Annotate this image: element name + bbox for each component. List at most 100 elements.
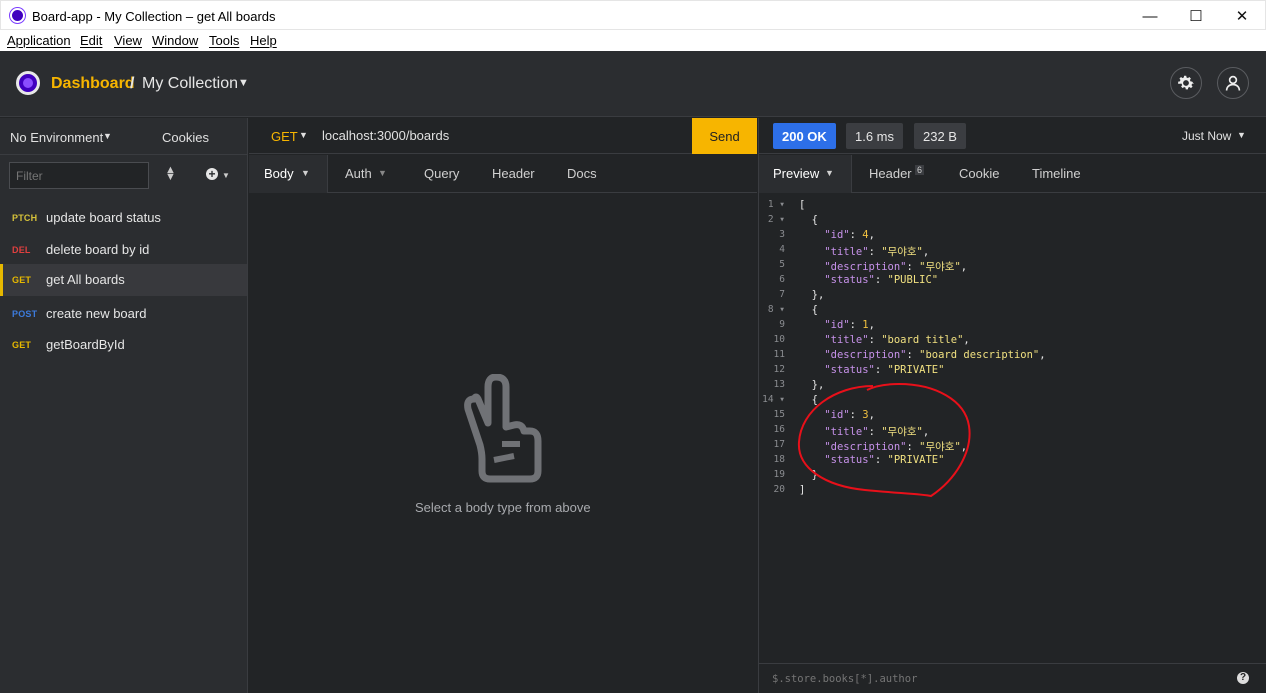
user-icon bbox=[1225, 75, 1241, 91]
peace-hand-icon bbox=[464, 374, 542, 483]
tab-query[interactable]: Query bbox=[424, 166, 459, 181]
add-icon[interactable]: + bbox=[206, 168, 218, 180]
close-window-button[interactable]: ✕ bbox=[1219, 1, 1265, 31]
history-selector[interactable]: Just Now bbox=[1182, 129, 1231, 143]
breadcrumb-separator: / bbox=[130, 75, 135, 92]
response-tabs: Preview ▼ Header 6 Cookie Timeline bbox=[759, 155, 1266, 193]
request-name: getBoardById bbox=[46, 337, 125, 352]
request-name: update board status bbox=[46, 210, 161, 225]
line-number: 9 bbox=[779, 319, 785, 330]
code-line: "description": "무야호", bbox=[824, 261, 968, 273]
response-status-bar: 200 OK 1.6 ms 232 B Just Now ▼ bbox=[759, 118, 1266, 154]
tab-timeline[interactable]: Timeline bbox=[1032, 166, 1081, 181]
line-number: 19 bbox=[773, 469, 785, 480]
tab-body[interactable]: Body ▼ bbox=[249, 155, 328, 193]
menu-tools[interactable]: Tools bbox=[209, 33, 239, 48]
request-tabs: Body ▼ Auth ▼ Query Header Docs bbox=[249, 155, 757, 193]
response-filter-bar: ? bbox=[759, 663, 1266, 693]
size-badge: 232 B bbox=[914, 123, 966, 149]
chevron-down-icon[interactable]: ▼ bbox=[378, 168, 387, 178]
filter-input[interactable] bbox=[9, 162, 149, 189]
settings-button[interactable] bbox=[1170, 67, 1202, 99]
chevron-down-icon[interactable]: ▼ bbox=[1237, 130, 1246, 140]
code-line: }, bbox=[799, 289, 825, 301]
url-input[interactable]: localhost:3000/boards bbox=[322, 128, 449, 143]
header-count-badge: 6 bbox=[915, 165, 925, 175]
send-button[interactable]: Send bbox=[692, 118, 757, 154]
sidebar-item-create-new-board[interactable]: POST create new board bbox=[0, 298, 247, 330]
response-pane: 200 OK 1.6 ms 232 B Just Now ▼ Preview ▼… bbox=[758, 118, 1266, 693]
menu-application[interactable]: Application bbox=[7, 33, 71, 48]
url-bar: GET ▼ localhost:3000/boards Send bbox=[249, 118, 757, 154]
method-selector[interactable]: GET bbox=[271, 129, 298, 144]
minimize-icon: — bbox=[1142, 7, 1158, 25]
window-title: Board-app - My Collection – get All boar… bbox=[32, 9, 276, 24]
send-label: Send bbox=[709, 128, 740, 144]
sidebar-item-delete-board[interactable]: DEL delete board by id bbox=[0, 234, 247, 266]
chevron-down-icon[interactable]: ▼ bbox=[238, 77, 249, 89]
method-badge: GET bbox=[12, 340, 32, 350]
account-button[interactable] bbox=[1217, 67, 1249, 99]
code-line: "id": 4, bbox=[824, 229, 875, 241]
chevron-down-icon[interactable]: ▼ bbox=[222, 171, 230, 180]
line-number: 18 bbox=[773, 454, 785, 465]
sidebar-top: No Environment ▼ Cookies bbox=[0, 118, 247, 155]
menu-window[interactable]: Window bbox=[152, 33, 198, 48]
line-number: 11 bbox=[773, 349, 785, 360]
request-name: get All boards bbox=[46, 272, 125, 287]
line-number: 1 ▾ bbox=[767, 199, 785, 210]
request-name: delete board by id bbox=[46, 242, 150, 257]
sidebar: No Environment ▼ Cookies ▲▼ + ▼ PTCH upd… bbox=[0, 118, 248, 693]
red-annotation-circle bbox=[797, 382, 971, 498]
chevron-down-icon: ▼ bbox=[301, 168, 310, 178]
app-icon bbox=[10, 8, 25, 23]
code-line: "status": "PUBLIC" bbox=[824, 274, 939, 286]
method-badge: DEL bbox=[12, 245, 31, 255]
request-name: create new board bbox=[46, 306, 147, 321]
minimize-button[interactable]: — bbox=[1127, 1, 1173, 31]
menu-help[interactable]: Help bbox=[250, 33, 277, 48]
tab-header[interactable]: Header bbox=[492, 166, 535, 181]
chevron-down-icon: ▼ bbox=[825, 168, 834, 178]
line-number: 8 ▾ bbox=[767, 304, 785, 315]
menu-edit[interactable]: Edit bbox=[80, 33, 102, 48]
sidebar-item-get-all-boards[interactable]: GET get All boards bbox=[0, 264, 247, 296]
tab-auth[interactable]: Auth bbox=[345, 166, 372, 181]
method-badge: GET bbox=[12, 275, 32, 285]
menu-bar: Application Edit View Window Tools Help bbox=[0, 30, 1266, 51]
code-line: "status": "PRIVATE" bbox=[824, 364, 945, 376]
gear-icon bbox=[1178, 75, 1194, 90]
line-number: 12 bbox=[773, 364, 785, 375]
code-line: "id": 1, bbox=[824, 319, 875, 331]
insomnia-logo-icon[interactable] bbox=[16, 71, 40, 95]
app-header: Dashboard / My Collection ▼ bbox=[0, 51, 1266, 117]
maximize-button[interactable]: ☐ bbox=[1173, 1, 1219, 31]
request-pane: GET ▼ localhost:3000/boards Send Body ▼ … bbox=[249, 118, 757, 693]
code-line: "title": "무야호", bbox=[824, 246, 930, 258]
chevron-down-icon[interactable]: ▼ bbox=[299, 130, 308, 140]
tab-response-header[interactable]: Header bbox=[869, 166, 912, 181]
chevron-down-icon[interactable]: ▼ bbox=[103, 131, 112, 141]
code-line: [ bbox=[799, 199, 806, 211]
method-badge: PTCH bbox=[12, 213, 38, 223]
line-number: 10 bbox=[773, 334, 785, 345]
sidebar-item-update-board-status[interactable]: PTCH update board status bbox=[0, 202, 247, 234]
tab-docs[interactable]: Docs bbox=[567, 166, 597, 181]
line-number: 6 bbox=[779, 274, 785, 285]
response-filter-input[interactable] bbox=[772, 670, 1212, 688]
time-badge: 1.6 ms bbox=[846, 123, 904, 149]
menu-view[interactable]: View bbox=[114, 33, 142, 48]
line-number: 17 bbox=[773, 439, 785, 450]
sort-icon[interactable]: ▲ ▼ bbox=[165, 165, 176, 183]
help-icon[interactable]: ? bbox=[1237, 672, 1249, 684]
environment-selector[interactable]: No Environment bbox=[10, 130, 103, 145]
status-badge: 200 OK bbox=[773, 123, 836, 149]
cookies-button[interactable]: Cookies bbox=[162, 130, 209, 145]
line-number: 3 bbox=[779, 229, 785, 240]
tab-cookie[interactable]: Cookie bbox=[959, 166, 999, 181]
tab-preview[interactable]: Preview ▼ bbox=[759, 155, 852, 193]
breadcrumb-collection[interactable]: My Collection bbox=[142, 75, 238, 93]
line-number: 20 bbox=[773, 484, 785, 495]
sidebar-item-get-board-by-id[interactable]: GET getBoardById bbox=[0, 329, 247, 361]
breadcrumb-dashboard[interactable]: Dashboard bbox=[51, 75, 135, 93]
